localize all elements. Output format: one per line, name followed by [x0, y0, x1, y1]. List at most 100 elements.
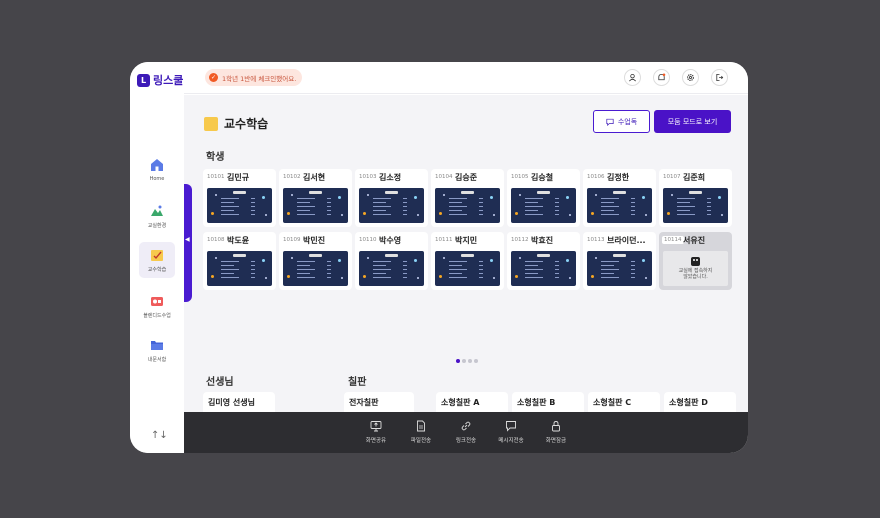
home-icon	[151, 159, 163, 171]
student-card[interactable]: 10107 김준희	[659, 169, 732, 227]
sidebar-collapse-handle[interactable]: ◀	[184, 184, 192, 302]
logout-button[interactable]	[711, 69, 728, 86]
student-name: 박민진	[303, 236, 326, 245]
page-dot[interactable]	[456, 359, 460, 363]
sidebar-item-label: 교수학습	[147, 266, 167, 273]
student-screen-thumbnail	[359, 188, 424, 223]
message-send-button[interactable]: 메시지전송	[491, 420, 531, 444]
student-screen-thumbnail	[587, 251, 652, 286]
notification-button[interactable]	[653, 69, 670, 86]
sidebar-item-classroom-env[interactable]: 교실환경	[139, 198, 175, 234]
sidebar-item-label: 내문서함	[147, 356, 167, 363]
student-card[interactable]: 10114 서유진 교실에 접속하지 않았습니다.	[659, 232, 732, 290]
sidebar-item-label: 블렌디드수업	[143, 312, 171, 319]
screen-share-icon	[370, 421, 382, 432]
chevron-left-icon: ◀	[185, 236, 190, 243]
student-screen-thumbnail	[663, 188, 728, 223]
page-title: 교수학습	[204, 115, 268, 132]
student-number: 10102	[283, 174, 301, 180]
app-logo[interactable]: L 링스쿨	[137, 72, 183, 88]
page-title-text: 교수학습	[224, 117, 269, 131]
student-card[interactable]: 10106 김정한	[583, 169, 656, 227]
robot-icon	[691, 256, 700, 266]
student-card[interactable]: 10105 김승철	[507, 169, 580, 227]
screen-share-button[interactable]: 화면공유	[356, 420, 396, 444]
sidebar-item-label: 교실환경	[147, 222, 167, 229]
student-name: 김서현	[303, 173, 326, 182]
student-name: 김승철	[531, 173, 554, 182]
board-name: 전자칠판	[349, 398, 379, 407]
student-card[interactable]: 10103 김소정	[355, 169, 428, 227]
bottom-toolbar: 화면공유 파일전송 링크전송 메시지전송 화면잠금	[184, 412, 748, 453]
sidebar-item-my-documents[interactable]: 내문서함	[139, 332, 175, 368]
teaching-icon	[151, 249, 163, 261]
logo-mark-icon: L	[137, 73, 150, 87]
sidebar-item-label: Home	[149, 176, 165, 182]
blended-class-icon	[151, 296, 163, 306]
boards-section-title: 칠판	[348, 377, 367, 388]
main-content: 교수학습 수업독 모둠 모드로 보기 학생 10101 김민규 10102 김서현 10…	[184, 95, 748, 451]
student-name: 브라이던...	[607, 236, 646, 245]
student-card[interactable]: 10111 박지민	[431, 232, 504, 290]
student-number: 10101	[207, 174, 225, 180]
student-name: 박지민	[455, 236, 478, 245]
student-number: 10113	[587, 237, 605, 243]
class-note-button[interactable]: 수업독	[593, 110, 650, 133]
my-documents-icon	[151, 340, 163, 350]
checkin-badge: ✓ 1학년 1반에 체크인했어요.	[205, 69, 303, 86]
student-number: 10109	[283, 237, 301, 243]
student-card[interactable]: 10104 김승준	[431, 169, 504, 227]
student-name: 김준희	[683, 173, 706, 182]
page-dot[interactable]	[462, 359, 466, 363]
checkin-message: 1학년 1반에 체크인했어요.	[222, 74, 297, 83]
student-card[interactable]: 10113 브라이던...	[583, 232, 656, 290]
student-screen-thumbnail	[359, 251, 424, 286]
link-send-button[interactable]: 링크전송	[446, 420, 486, 444]
sidebar-item-blended-class[interactable]: 블렌디드수업	[139, 288, 175, 324]
app-name: 링스쿨	[153, 74, 184, 87]
sidebar-item-teaching[interactable]: 교수학습	[139, 242, 175, 278]
screen-lock-button[interactable]: 화면잠금	[536, 420, 576, 444]
page-dot[interactable]	[474, 359, 478, 363]
check-circle-icon: ✓	[209, 73, 218, 82]
student-name: 박도윤	[227, 236, 250, 245]
student-number: 10106	[587, 174, 605, 180]
board-name: 소형칠판 B	[517, 398, 556, 407]
student-card[interactable]: 10101 김민규	[203, 169, 276, 227]
student-number: 10111	[435, 237, 453, 243]
group-mode-button[interactable]: 모둠 모드로 보기	[654, 110, 731, 133]
page-dot[interactable]	[468, 359, 472, 363]
student-pager[interactable]	[456, 359, 478, 363]
student-number: 10112	[511, 237, 529, 243]
board-name: 소형칠판 C	[593, 398, 632, 407]
profile-button[interactable]	[624, 69, 641, 86]
student-card[interactable]: 10110 박수영	[355, 232, 428, 290]
sidebar-item-home[interactable]: Home	[139, 152, 175, 188]
student-screen-thumbnail	[435, 251, 500, 286]
teaching-icon	[204, 116, 218, 131]
student-screen-thumbnail	[587, 188, 652, 223]
teacher-section-title: 선생님	[206, 377, 234, 388]
tool-label: 파일전송	[410, 438, 432, 444]
tool-label: 링크전송	[455, 438, 477, 444]
student-number: 10105	[511, 174, 529, 180]
student-screen-thumbnail	[435, 188, 500, 223]
student-card[interactable]: 10102 김서현	[279, 169, 352, 227]
student-screen-thumbnail	[511, 188, 576, 223]
classroom-env-icon	[151, 205, 163, 216]
student-number: 10103	[359, 174, 377, 180]
sidebar: L 링스쿨 Home 교실환경 교수학습 블렌디드수업 내문서함 ↑↓	[130, 62, 184, 453]
tool-label: 메시지전송	[498, 438, 524, 444]
link-send-icon	[461, 421, 471, 431]
student-card[interactable]: 10112 박효진	[507, 232, 580, 290]
file-send-button[interactable]: 파일전송	[401, 420, 441, 444]
student-card[interactable]: 10109 박민진	[279, 232, 352, 290]
student-number: 10108	[207, 237, 225, 243]
tool-label: 화면공유	[365, 438, 387, 444]
sort-icon[interactable]: ↑↓	[151, 430, 168, 441]
student-card[interactable]: 10108 박도윤	[203, 232, 276, 290]
student-name: 박효진	[531, 236, 554, 245]
settings-button[interactable]	[682, 69, 699, 86]
student-name: 김정한	[607, 173, 630, 182]
tablet-frame: L 링스쿨 Home 교실환경 교수학습 블렌디드수업 내문서함 ↑↓ ✓ 1학…	[130, 62, 748, 453]
